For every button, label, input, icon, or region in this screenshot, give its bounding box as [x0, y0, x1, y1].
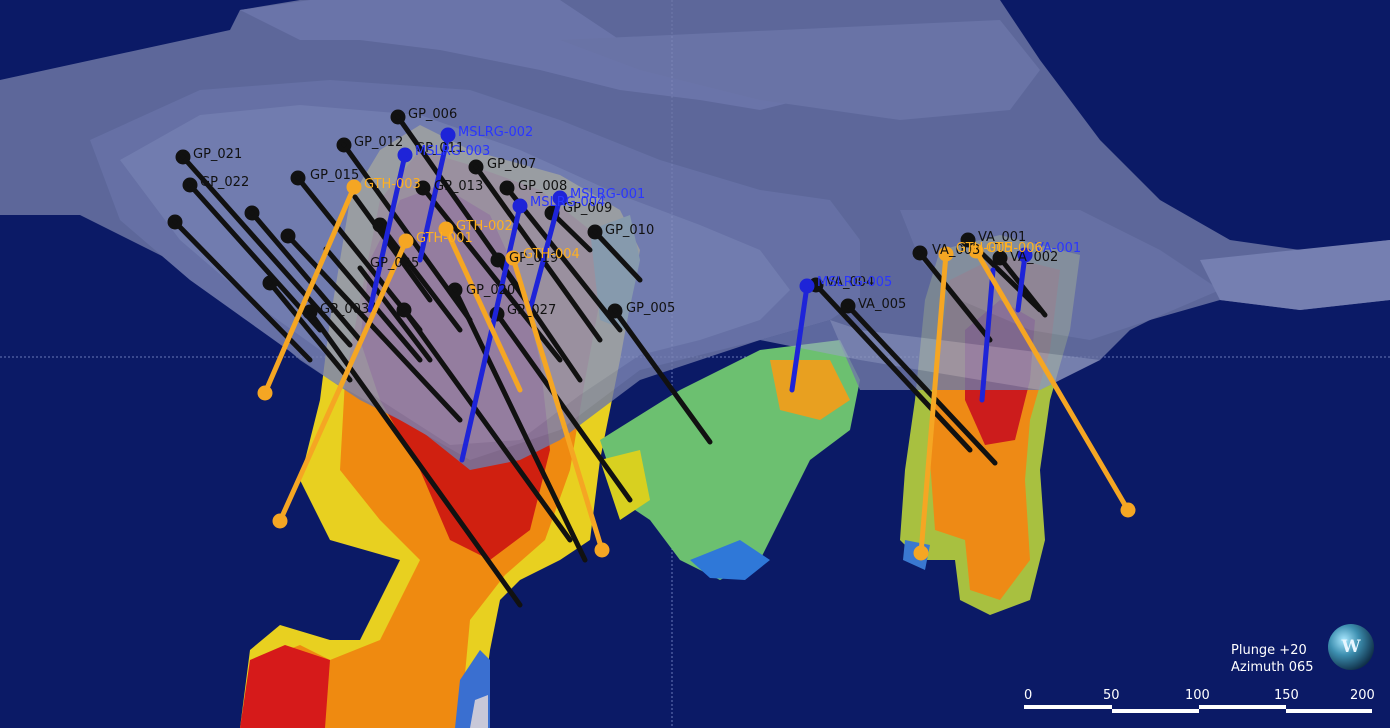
- label-gp-010: GP_010: [605, 223, 654, 238]
- compass-letter: W: [1341, 637, 1361, 657]
- label-gp-020: GP_020: [466, 283, 515, 298]
- label-gp-015: GP_015: [310, 168, 359, 183]
- label-gp-005: GP_005: [626, 301, 675, 316]
- scale-tick-100: 100: [1185, 688, 1210, 703]
- label-gp-008: GP_008: [518, 179, 567, 194]
- 3d-viewport[interactable]: GP_006 GP_021 GP_022 GP_012 GP_011 GP_01…: [0, 0, 1390, 728]
- label-gp-022: GP_022: [200, 175, 249, 190]
- label-gth-001: GTH-001: [416, 231, 473, 246]
- scale-segment-4: [1286, 709, 1372, 713]
- label-gth-004: GTH-004: [523, 247, 580, 262]
- label-gp-021: GP_021: [193, 147, 242, 162]
- orientation-readout: Plunge +20 Azimuth 065: [1231, 642, 1314, 676]
- scale-bar: 0 50 100 150 200: [1024, 688, 1375, 718]
- scale-tick-50: 50: [1103, 688, 1120, 703]
- plunge-text: Plunge +20: [1231, 643, 1307, 658]
- scale-segment-2: [1112, 709, 1199, 713]
- compass-icon[interactable]: W: [1328, 624, 1374, 670]
- scale-tick-200: 200: [1350, 688, 1375, 703]
- label-gp-006: GP_006: [408, 107, 457, 122]
- label-gth-003: GTH-003: [364, 177, 421, 192]
- scale-segment-3: [1199, 705, 1286, 709]
- label-mslrg-002: MSLRG-002: [458, 125, 533, 140]
- azimuth-text: Azimuth 065: [1231, 660, 1314, 675]
- scale-tick-150: 150: [1274, 688, 1299, 703]
- label-gp-025: GP_025: [370, 256, 419, 271]
- geology-scene[interactable]: GP_006 GP_021 GP_022 GP_012 GP_011 GP_01…: [0, 0, 1390, 728]
- label-va-005: VA_005: [858, 297, 906, 312]
- scale-tick-0: 0: [1024, 688, 1033, 703]
- label-gp-003: GP_003: [320, 302, 369, 317]
- label-gp-007: GP_007: [487, 157, 536, 172]
- label-mslrg-004: MSLRG-004: [530, 195, 605, 210]
- label-mslrg-003: MSLRG-003: [415, 144, 490, 159]
- label-gp-013: GP_013: [434, 179, 483, 194]
- label-gth-006: GTH-006: [986, 241, 1043, 256]
- label-mslrg-005: MSLRG-005: [817, 275, 892, 290]
- label-gp-027: GP_027: [507, 303, 556, 318]
- scale-segment-1: [1024, 705, 1112, 709]
- label-gp-012: GP_012: [354, 135, 403, 150]
